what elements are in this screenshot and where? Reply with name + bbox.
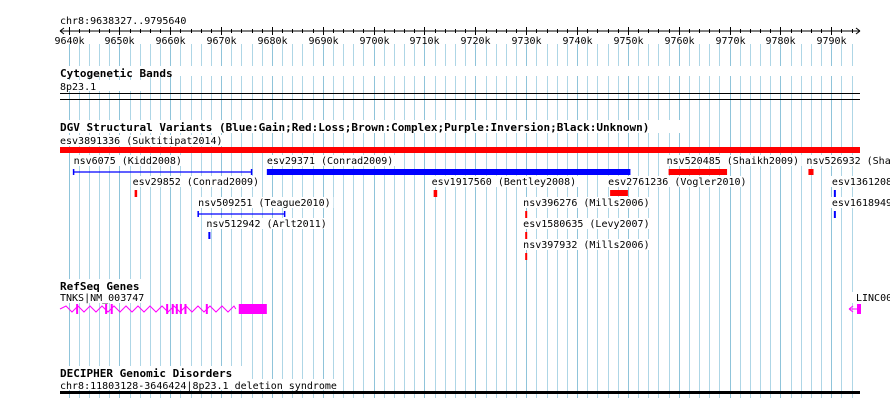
dgv-feature-label: nsv397932 (Mills2006)	[523, 240, 649, 251]
refseq-genes[interactable]: TNKS|NM_003747 LINC00	[59, 292, 890, 314]
refseq-gene-exon	[166, 304, 169, 314]
dgv-feature-label: esv1580635 (Levy2007)	[523, 219, 649, 230]
dgv-feature[interactable]: nsv526932 (Shaikh2009)	[805, 155, 890, 175]
dgv-feature-bar[interactable]	[433, 190, 438, 197]
dgv-feature[interactable]: esv29371 (Conrad2009)	[265, 155, 631, 175]
refseq-gene-exon	[175, 304, 178, 314]
dgv-feature-label: esv1618949 (Conrad2009)	[832, 198, 890, 209]
dgv-feature[interactable]: esv1917560 (Bentley2008)	[430, 176, 580, 197]
ruler-tick-label: 9640k	[54, 36, 84, 47]
dgv-feature-bar[interactable]	[668, 169, 728, 175]
decipher-title: DECIPHER Genomic Disorders	[60, 367, 232, 380]
dgv-feature-bar[interactable]	[525, 232, 528, 239]
ruler-tick-label: 9780k	[765, 36, 795, 47]
track-cytobands[interactable]: Cytogenetic Bands 8p23.1	[56, 66, 864, 100]
dgv-feature-bar[interactable]	[525, 253, 528, 260]
dgv-feature-label: esv1361208 (Conrad2009)	[832, 177, 890, 188]
dgv-feature-label: esv29852 (Conrad2009)	[133, 177, 259, 188]
decipher-feature-label: chr8:11803128-3646424|8p23.1 deletion sy…	[60, 381, 337, 392]
dgv-feature-label: nsv509251 (Teague2010)	[198, 198, 330, 209]
dgv-features[interactable]: esv3891336 (Suktitipat2014) nsv6075 (Kidd…	[59, 135, 890, 260]
dgv-feature[interactable]: nsv6075 (Kidd2008)	[72, 155, 253, 175]
track-refseq[interactable]: RefSeq Genes TNKS|NM_003747 LINC00	[56, 279, 890, 314]
dgv-feature-label: nsv396276 (Mills2006)	[523, 198, 649, 209]
ruler-tick-label: 9740k	[562, 36, 592, 47]
refseq-gene-exon	[184, 304, 187, 314]
refseq-gene-exon	[110, 304, 113, 314]
refseq-gene-exon	[76, 304, 79, 314]
ruler-tick-label: 9720k	[460, 36, 490, 47]
dgv-feature[interactable]: esv29852 (Conrad2009)	[131, 176, 262, 197]
track-dgv[interactable]: DGV Structural Variants (Blue:Gain;Red:L…	[56, 120, 890, 260]
dgv-feature-label: esv3891336 (Suktitipat2014)	[60, 136, 223, 147]
dgv-feature-bar[interactable]	[266, 169, 631, 175]
refseq-gene[interactable]: TNKS|NM_003747	[59, 292, 267, 314]
refseq-gene-exon	[238, 304, 267, 314]
dgv-feature-label: nsv526932 (Shaikh2009)	[806, 156, 890, 167]
dgv-feature-bar[interactable]	[833, 211, 836, 218]
dgv-feature[interactable]: esv3891336 (Suktitipat2014)	[59, 135, 860, 153]
refseq-gene-exon	[171, 304, 174, 314]
genome-browser-view[interactable]: chr8:9638327..9795640 9640k 9650k 9660k 967…	[0, 0, 890, 400]
refseq-gene-exon	[105, 304, 108, 314]
refseq-gene-exon	[857, 304, 861, 314]
track-decipher[interactable]: DECIPHER Genomic Disorders chr8:11803128…	[56, 366, 860, 394]
background-grid	[69, 44, 853, 398]
refseq-title: RefSeq Genes	[60, 280, 139, 293]
refseq-gene-label: LINC00	[856, 293, 890, 304]
ruler-tick-label: 9660k	[155, 36, 185, 47]
dgv-feature-bar[interactable]	[833, 190, 836, 197]
decipher-feature-bar[interactable]	[60, 391, 860, 394]
dgv-title: DGV Structural Variants (Blue:Gain;Red:L…	[60, 121, 649, 134]
dgv-feature-bar[interactable]	[610, 190, 628, 196]
ruler-ticks: 9640k 9650k 9660k 9670k 9680k 9690k 9700k 9710k…	[54, 27, 853, 47]
ruler-tick-label: 9700k	[359, 36, 389, 47]
dgv-feature-bar[interactable]	[208, 232, 211, 239]
dgv-feature-bar[interactable]	[525, 211, 528, 218]
ruler-tick-label: 9680k	[257, 36, 287, 47]
dgv-feature-label: esv1917560 (Bentley2008)	[432, 177, 576, 188]
dgv-feature[interactable]: nsv509251 (Teague2010)	[197, 197, 334, 217]
cytoband-label: 8p23.1	[60, 82, 96, 93]
dgv-feature-bar[interactable]	[808, 169, 814, 175]
ruler-tick-label: 9670k	[206, 36, 236, 47]
dgv-feature-label: esv2761236 (Vogler2010)	[608, 177, 746, 188]
ruler-tick-label: 9760k	[664, 36, 694, 47]
ruler-tick-label: 9710k	[409, 36, 439, 47]
ruler[interactable]: chr8:9638327..9795640 9640k 9650k 9660k 967…	[54, 16, 861, 47]
refseq-gene-exon	[205, 304, 208, 314]
refseq-gene-label: TNKS|NM_003747	[60, 293, 144, 304]
ruler-tick-label: 9650k	[104, 36, 134, 47]
dgv-feature[interactable]: esv1618949 (Conrad2009)	[830, 197, 890, 218]
dgv-feature[interactable]: nsv512942 (Arlt2011)	[205, 218, 330, 239]
dgv-feature-bar[interactable]	[60, 147, 860, 153]
ruler-range-label: chr8:9638327..9795640	[60, 16, 186, 27]
ruler-tick-label: 9790k	[816, 36, 846, 47]
dgv-feature-label: nsv6075 (Kidd2008)	[74, 156, 182, 167]
ruler-tick-label: 9690k	[308, 36, 338, 47]
ruler-tick-label: 9770k	[715, 36, 745, 47]
dgv-feature-bar[interactable]	[134, 190, 138, 197]
ruler-tick-label: 9730k	[511, 36, 541, 47]
dgv-feature-label: nsv520485 (Shaikh2009)	[667, 156, 799, 167]
dgv-feature[interactable]: esv1361208 (Conrad2009)	[830, 176, 890, 197]
cytobands-title: Cytogenetic Bands	[60, 67, 173, 80]
cytobands-title-bg	[56, 66, 864, 76]
ruler-tick-label: 9750k	[613, 36, 643, 47]
refseq-gene-exon	[179, 304, 182, 314]
refseq-gene-intron	[59, 305, 237, 313]
dgv-feature-label: esv29371 (Conrad2009)	[267, 156, 393, 167]
dgv-feature-label: nsv512942 (Arlt2011)	[206, 219, 326, 230]
dgv-feature[interactable]: nsv520485 (Shaikh2009)	[665, 155, 802, 175]
